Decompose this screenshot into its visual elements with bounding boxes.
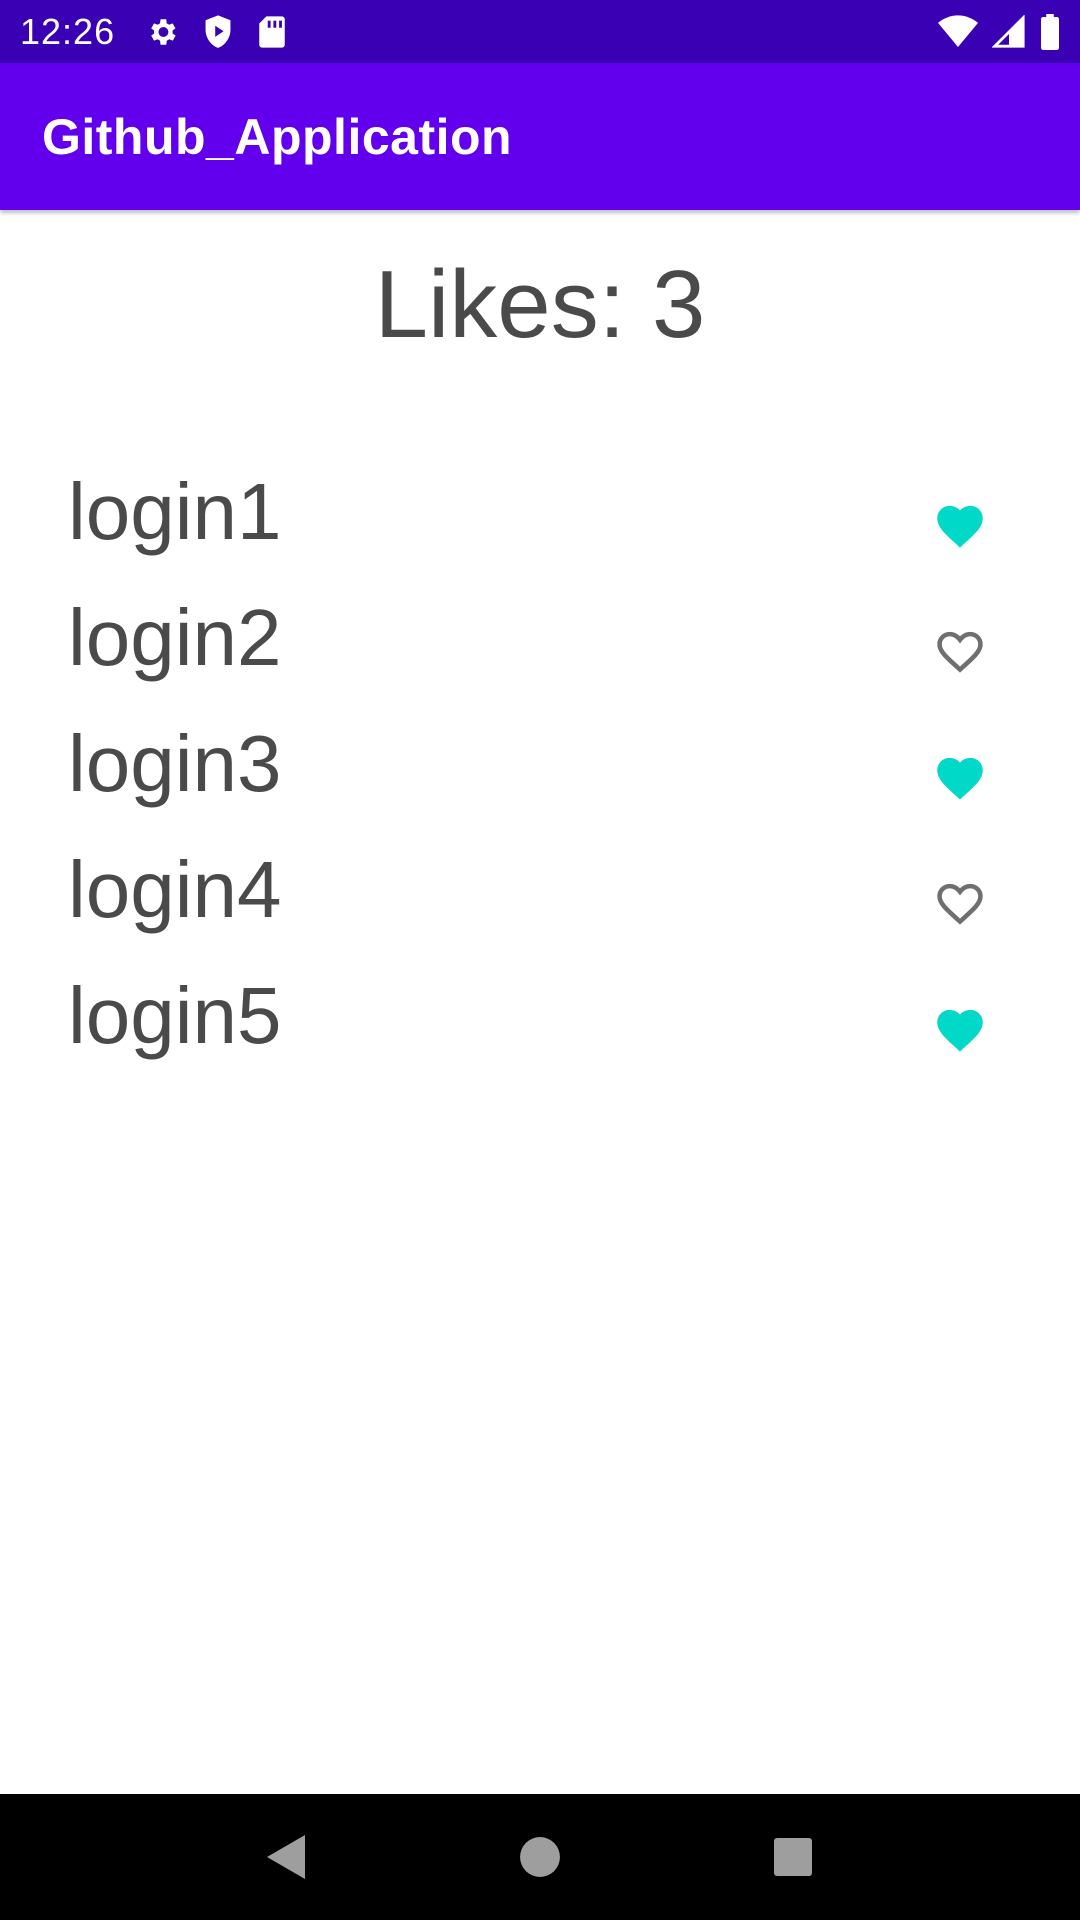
app-title: Github_Application (42, 108, 513, 165)
recents-icon[interactable] (763, 1827, 823, 1887)
wifi-icon (938, 14, 978, 49)
status-right-icons (938, 13, 1060, 50)
cell-signal-icon (992, 14, 1026, 49)
status-bar: 12:26 (0, 0, 1080, 63)
list-item: login5 (0, 956, 1080, 1082)
likes-count: Likes: 3 (374, 251, 706, 358)
home-icon[interactable] (510, 1827, 570, 1887)
heart-filled-icon (937, 505, 983, 548)
app-bar: Github_Application (0, 63, 1080, 210)
screen: 12:26 Github_Application Likes: 3 login1… (0, 0, 1080, 1920)
status-time: 12:26 (20, 10, 116, 52)
battery-icon (1040, 13, 1060, 50)
shield-play-icon (201, 14, 235, 50)
like-button[interactable] (928, 996, 992, 1060)
heart-outline-icon (937, 631, 983, 673)
list-item: login2 (0, 578, 1080, 704)
login-label: login1 (68, 467, 282, 556)
user-list: login1 login2 login3 login4 login5 (0, 452, 1080, 1082)
like-button[interactable] (928, 870, 992, 934)
like-button[interactable] (928, 492, 992, 556)
login-label: login2 (68, 593, 282, 682)
like-button[interactable] (928, 618, 992, 682)
heart-outline-icon (937, 883, 983, 925)
list-item: login3 (0, 704, 1080, 830)
status-left-icons (145, 14, 287, 50)
sd-card-icon (257, 15, 287, 49)
login-label: login3 (68, 719, 282, 808)
navigation-bar (0, 1794, 1080, 1920)
login-label: login5 (68, 971, 282, 1060)
like-button[interactable] (928, 744, 992, 808)
list-item: login4 (0, 830, 1080, 956)
list-item: login1 (0, 452, 1080, 578)
heart-filled-icon (937, 1009, 983, 1052)
gear-icon (145, 15, 179, 49)
heart-filled-icon (937, 757, 983, 800)
back-icon[interactable] (257, 1827, 317, 1887)
login-label: login4 (68, 845, 282, 934)
